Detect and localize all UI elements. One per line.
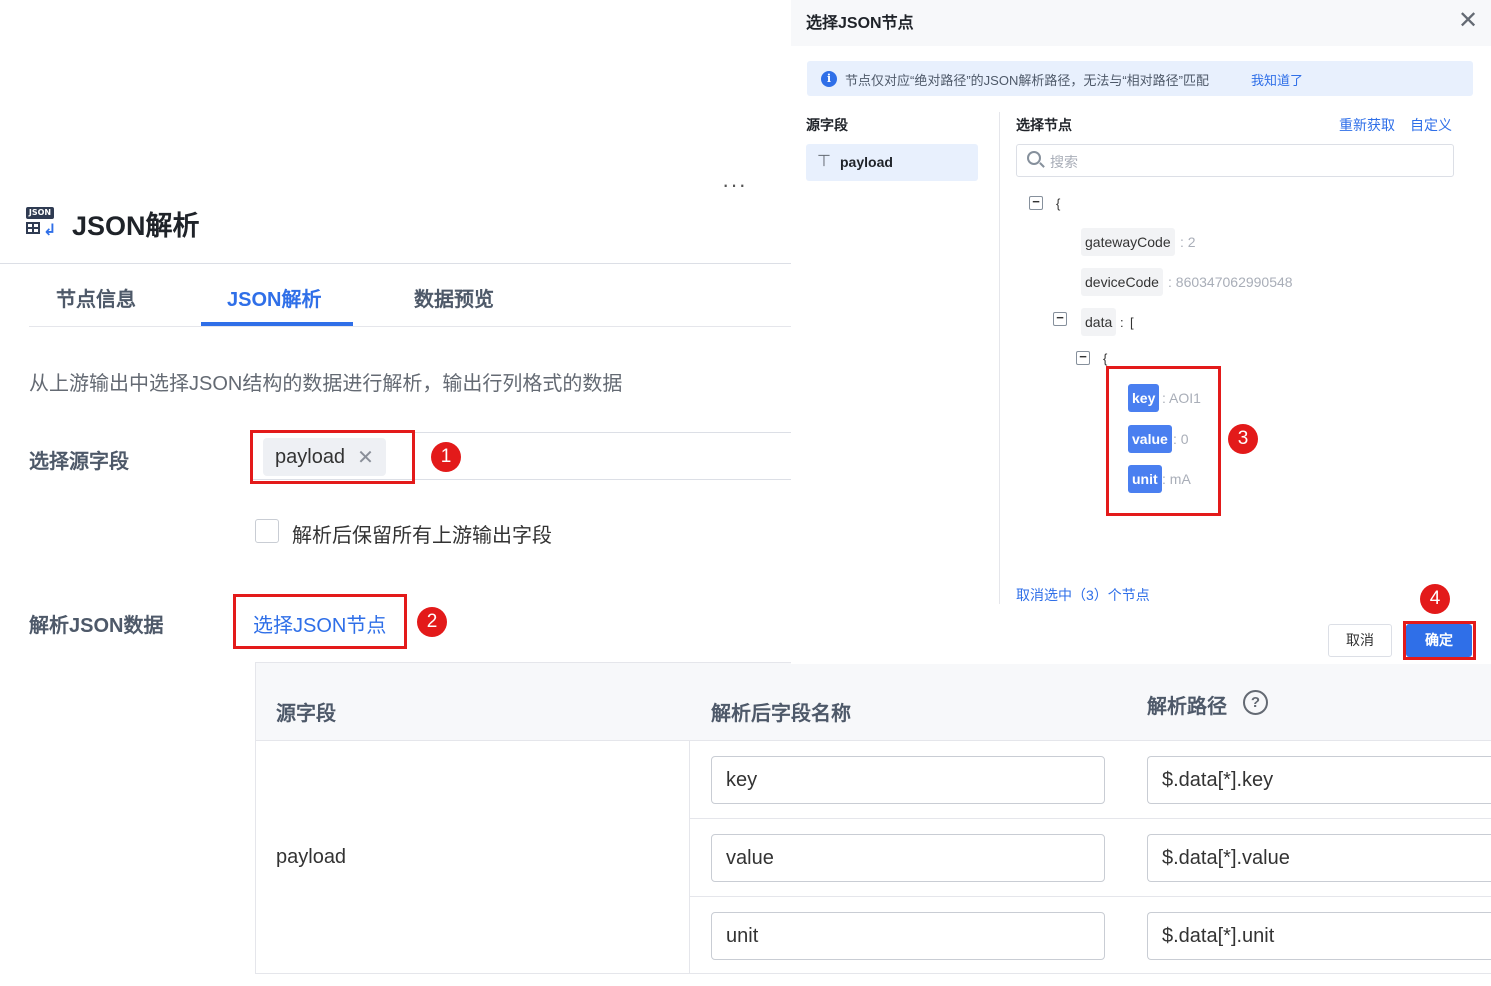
- node-search-input[interactable]: [1016, 144, 1454, 177]
- tree-open-bracket: [: [1130, 315, 1134, 330]
- table-header: [256, 663, 1491, 741]
- annotation-badge-3: 3: [1228, 424, 1258, 454]
- annotation-box-3: [1106, 366, 1221, 516]
- field-name-input-unit[interactable]: unit: [711, 912, 1105, 960]
- tabs-divider: [29, 326, 791, 327]
- tab-node-info[interactable]: 节点信息: [56, 283, 136, 312]
- more-menu-icon[interactable]: ···: [722, 172, 747, 198]
- collapse-icon[interactable]: −: [1029, 195, 1043, 210]
- active-tab-indicator: [201, 322, 353, 326]
- info-icon: i: [821, 71, 837, 87]
- col-header-path: 解析路径: [1147, 696, 1227, 718]
- col-header-source: 源字段: [276, 703, 336, 725]
- json-logo-tag: JSON: [26, 207, 54, 219]
- search-placeholder: 搜索: [1050, 154, 1078, 170]
- table-row-divider: [690, 896, 1491, 897]
- annotation-box-2: [233, 594, 407, 649]
- select-json-node-dialog: [791, 0, 1491, 664]
- path-input-unit[interactable]: $.data[*].unit: [1147, 912, 1491, 960]
- tree-node-gatewaycode[interactable]: gatewayCode: [1081, 228, 1175, 256]
- field-name-input-key[interactable]: key: [711, 756, 1105, 804]
- tree-node-data-colon: :: [1120, 315, 1124, 330]
- tab-data-preview[interactable]: 数据预览: [414, 283, 494, 312]
- json-parse-logo-icon: JSON ↲: [24, 207, 58, 241]
- keep-fields-label: 解析后保留所有上游输出字段: [292, 525, 552, 547]
- table-row-divider: [690, 818, 1491, 819]
- field-name-input-value[interactable]: value: [711, 834, 1105, 882]
- tree-node-devicecode[interactable]: deviceCode: [1081, 268, 1163, 296]
- description-text: 从上游输出中选择JSON结构的数据进行解析，输出行列格式的数据: [29, 373, 623, 395]
- path-input-key[interactable]: $.data[*].key: [1147, 756, 1491, 804]
- close-icon[interactable]: ✕: [1458, 6, 1478, 35]
- path-input-value[interactable]: $.data[*].value: [1147, 834, 1491, 882]
- annotation-box-4: [1403, 621, 1476, 660]
- refresh-link[interactable]: 重新获取: [1339, 115, 1395, 135]
- custom-link[interactable]: 自定义: [1410, 115, 1452, 135]
- parse-json-label: 解析JSON数据: [29, 615, 164, 637]
- annotation-box-1: [250, 430, 415, 484]
- annotation-badge-1: 1: [431, 442, 461, 472]
- table-column-divider: [689, 741, 690, 974]
- tree-node-devicecode-value: : 860347062990548: [1168, 274, 1293, 290]
- cancel-button[interactable]: 取消: [1328, 624, 1392, 657]
- dialog-source-title: 源字段: [806, 117, 848, 133]
- dialog-node-title: 选择节点: [1016, 117, 1072, 133]
- tree-node-gatewaycode-value: : 2: [1180, 234, 1196, 250]
- tree-open-brace: {: [1103, 351, 1108, 366]
- got-it-link[interactable]: 我知道了: [1251, 70, 1303, 89]
- source-list-item-label: payload: [840, 154, 893, 170]
- table-cell-source: payload: [276, 846, 347, 868]
- collapse-icon[interactable]: −: [1053, 311, 1067, 326]
- tab-json-parse[interactable]: JSON解析: [227, 283, 321, 312]
- unselect-nodes-link[interactable]: 取消选中（3）个节点: [1016, 585, 1150, 605]
- help-icon[interactable]: ?: [1243, 690, 1268, 715]
- dialog-column-divider: [999, 112, 1000, 604]
- tree-open-brace: {: [1056, 196, 1061, 211]
- info-text: 节点仅对应“绝对路径”的JSON解析路径，无法与“相对路径”匹配: [845, 73, 1209, 88]
- keep-fields-checkbox[interactable]: [255, 519, 279, 543]
- annotation-badge-2: 2: [417, 607, 447, 637]
- return-arrow-glyph: ↲: [43, 222, 57, 239]
- tree-node-data[interactable]: data: [1081, 308, 1117, 336]
- header-divider: [0, 263, 791, 264]
- table-grid-glyph: [26, 222, 40, 234]
- col-header-field-name: 解析后字段名称: [711, 703, 851, 725]
- source-field-label: 选择源字段: [29, 451, 129, 473]
- collapse-icon[interactable]: −: [1076, 350, 1090, 365]
- page-title: JSON解析: [72, 211, 200, 241]
- dialog-title: 选择JSON节点: [806, 15, 914, 32]
- search-icon: [1027, 151, 1041, 165]
- text-type-icon: ⊤: [817, 153, 831, 170]
- annotation-badge-4: 4: [1420, 584, 1450, 614]
